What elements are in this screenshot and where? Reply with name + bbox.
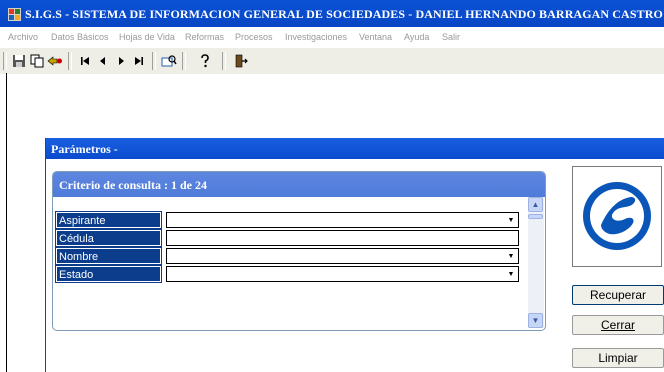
cedula-field[interactable] xyxy=(166,230,519,246)
last-record-icon[interactable] xyxy=(130,52,148,70)
logo-icon xyxy=(583,182,651,250)
menu-salir[interactable]: Salir xyxy=(442,32,460,42)
menu-bar: Archivo Datos Básicos Hojas de Vida Refo… xyxy=(0,27,664,47)
criteria-scrollbar[interactable]: ▲ ▼ xyxy=(528,197,544,328)
menu-procesos[interactable]: Procesos xyxy=(235,32,273,42)
limpiar-button[interactable]: Limpiar xyxy=(572,348,664,368)
aspirante-dropdown[interactable]: ▼ xyxy=(166,212,519,228)
help-icon[interactable] xyxy=(196,52,214,70)
toolbar xyxy=(0,47,664,74)
parameters-title-bar: Parámetros - xyxy=(46,138,664,159)
toolbar-separator xyxy=(182,52,186,70)
label-estado: Estado xyxy=(55,265,162,283)
menu-archivo[interactable]: Archivo xyxy=(8,32,38,42)
scroll-thumb[interactable] xyxy=(528,214,543,219)
label-nombre: Nombre xyxy=(55,247,162,265)
toolbar-grip xyxy=(3,52,7,70)
scroll-down-icon[interactable]: ▼ xyxy=(528,313,543,328)
menu-investigaciones[interactable]: Investigaciones xyxy=(285,32,347,42)
query-icon[interactable] xyxy=(160,52,178,70)
criteria-counter: Criterio de consulta : 1 de 24 xyxy=(59,178,207,192)
copy-icon[interactable] xyxy=(28,52,46,70)
menu-reformas[interactable]: Reformas xyxy=(185,32,224,42)
chevron-down-icon[interactable]: ▼ xyxy=(505,214,517,226)
criteria-header: Criterio de consulta : 1 de 24 xyxy=(53,172,545,197)
cerrar-label: Cerrar xyxy=(600,318,635,332)
toolbar-separator xyxy=(68,52,72,70)
menu-hojas-de-vida[interactable]: Hojas de Vida xyxy=(119,32,175,42)
parameters-title: Parámetros - xyxy=(51,142,118,156)
app-icon xyxy=(8,8,21,21)
undo-icon[interactable] xyxy=(46,52,64,70)
previous-record-icon[interactable] xyxy=(94,52,112,70)
menu-ayuda[interactable]: Ayuda xyxy=(404,32,429,42)
estado-dropdown[interactable]: ▼ xyxy=(166,266,519,282)
window-title: S.I.G.S - SISTEMA DE INFORMACION GENERAL… xyxy=(25,7,663,21)
save-icon[interactable] xyxy=(10,52,28,70)
nombre-dropdown[interactable]: ▼ xyxy=(166,248,519,264)
workspace-border xyxy=(6,73,7,372)
recuperar-button[interactable]: Recuperar xyxy=(572,285,664,305)
title-bar: S.I.G.S - SISTEMA DE INFORMACION GENERAL… xyxy=(0,0,664,27)
cerrar-button[interactable]: Cerrar xyxy=(572,315,664,335)
toolbar-separator xyxy=(152,52,156,70)
label-cedula: Cédula xyxy=(55,229,162,247)
toolbar-separator xyxy=(222,52,226,70)
company-logo xyxy=(572,166,662,267)
chevron-down-icon[interactable]: ▼ xyxy=(505,250,517,262)
next-record-icon[interactable] xyxy=(112,52,130,70)
menu-ventana[interactable]: Ventana xyxy=(359,32,392,42)
scroll-up-icon[interactable]: ▲ xyxy=(528,197,543,212)
first-record-icon[interactable] xyxy=(76,52,94,70)
label-aspirante: Aspirante xyxy=(55,211,162,229)
chevron-down-icon[interactable]: ▼ xyxy=(505,268,517,280)
exit-icon[interactable] xyxy=(232,52,250,70)
menu-datos-basicos[interactable]: Datos Básicos xyxy=(51,32,109,42)
